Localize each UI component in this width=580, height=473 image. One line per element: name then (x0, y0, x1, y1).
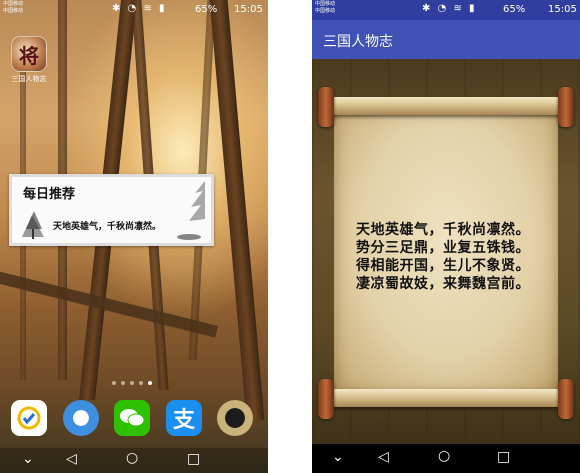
chevron-down-icon[interactable]: ⌄ (332, 449, 344, 465)
status-bar: 中国移动 中国移动 ✱ ◔ ≋ ▮ 65% 15:05 (0, 0, 268, 20)
scroll-handle (318, 379, 334, 419)
carrier-label: 中国移动 中国移动 (315, 1, 336, 14)
status-bar: 中国移动 中国移动 ✱ ◔ ≋ ▮ 65% 15:05 (312, 0, 580, 20)
sanguo-app-icon[interactable]: 将 (11, 36, 47, 72)
page-dot (121, 381, 125, 385)
home-screen: 中国移动 中国移动 ✱ ◔ ≋ ▮ 65% 15:05 将 三国人物志 每日推荐… (0, 0, 268, 473)
battery-level: 65% (503, 4, 526, 15)
page-dot (130, 381, 134, 385)
page-title: 三国人物志 (323, 34, 393, 50)
scroll-handle (558, 379, 574, 419)
home-button[interactable]: ○ (126, 450, 138, 466)
app-toolbar: 三国人物志 (312, 20, 580, 59)
wechat-icon[interactable] (114, 400, 150, 436)
navigation-bar: ⌄ ◁ ○ □ (312, 444, 580, 473)
home-button[interactable]: ○ (438, 448, 450, 464)
app-label: 三国人物志 (11, 75, 47, 83)
recents-button[interactable]: □ (497, 449, 510, 465)
poem-line: 凄凉蜀故妓，来舞魏宫前。 (356, 276, 530, 292)
status-time: 15:05 (548, 4, 577, 15)
wallpaper-log (0, 270, 219, 338)
status-time: 15:05 (234, 4, 263, 15)
app-shortcut-sanguo[interactable]: 将 三国人物志 (6, 36, 52, 84)
daily-recommend-widget[interactable]: 每日推荐 天地英雄气，千秋尚凛然。 (9, 174, 214, 246)
chevron-down-icon[interactable]: ⌄ (22, 451, 34, 467)
alipay-icon[interactable]: 支 (166, 400, 202, 436)
ink-landscape-art-icon (177, 181, 205, 240)
page-dot-active (148, 381, 152, 385)
recents-button[interactable]: □ (187, 451, 200, 467)
page-dot (112, 381, 116, 385)
carrier-label: 中国移动 中国移动 (3, 1, 24, 14)
widget-poem: 天地英雄气，千秋尚凛然。 (53, 222, 162, 232)
scroll-rod-bottom (322, 389, 570, 407)
status-icons: ✱ ◔ ≋ ▮ (422, 3, 477, 14)
scroll-rod-top (322, 97, 570, 115)
status-icons: ✱ ◔ ≋ ▮ (112, 3, 167, 14)
page-indicator (112, 381, 152, 385)
back-button[interactable]: ◁ (66, 451, 77, 467)
app-dock: 支 (0, 398, 268, 438)
pine-tree-art-icon (22, 211, 44, 239)
checkmark-app-icon[interactable] (11, 400, 47, 436)
poem-line: 得相能开国，生儿不象贤。 (356, 258, 530, 274)
app-screen: 中国移动 中国移动 ✱ ◔ ≋ ▮ 65% 15:05 三国人物志 天地英雄气，… (312, 0, 580, 473)
back-button[interactable]: ◁ (378, 449, 389, 465)
poem-line: 势分三足鼎，业复五铢钱。 (356, 240, 530, 256)
scroll-handle (318, 87, 334, 127)
page-dot (139, 381, 143, 385)
cloud-app-icon[interactable] (63, 400, 99, 436)
clock-app-icon[interactable] (217, 400, 253, 436)
scroll-handle (558, 87, 574, 127)
navigation-bar: ⌄ ◁ ○ □ (0, 448, 268, 473)
wallpaper-tree (209, 0, 265, 420)
widget-title: 每日推荐 (23, 187, 76, 202)
poem-line: 天地英雄气，千秋尚凛然。 (356, 222, 530, 238)
battery-level: 65% (195, 4, 218, 15)
